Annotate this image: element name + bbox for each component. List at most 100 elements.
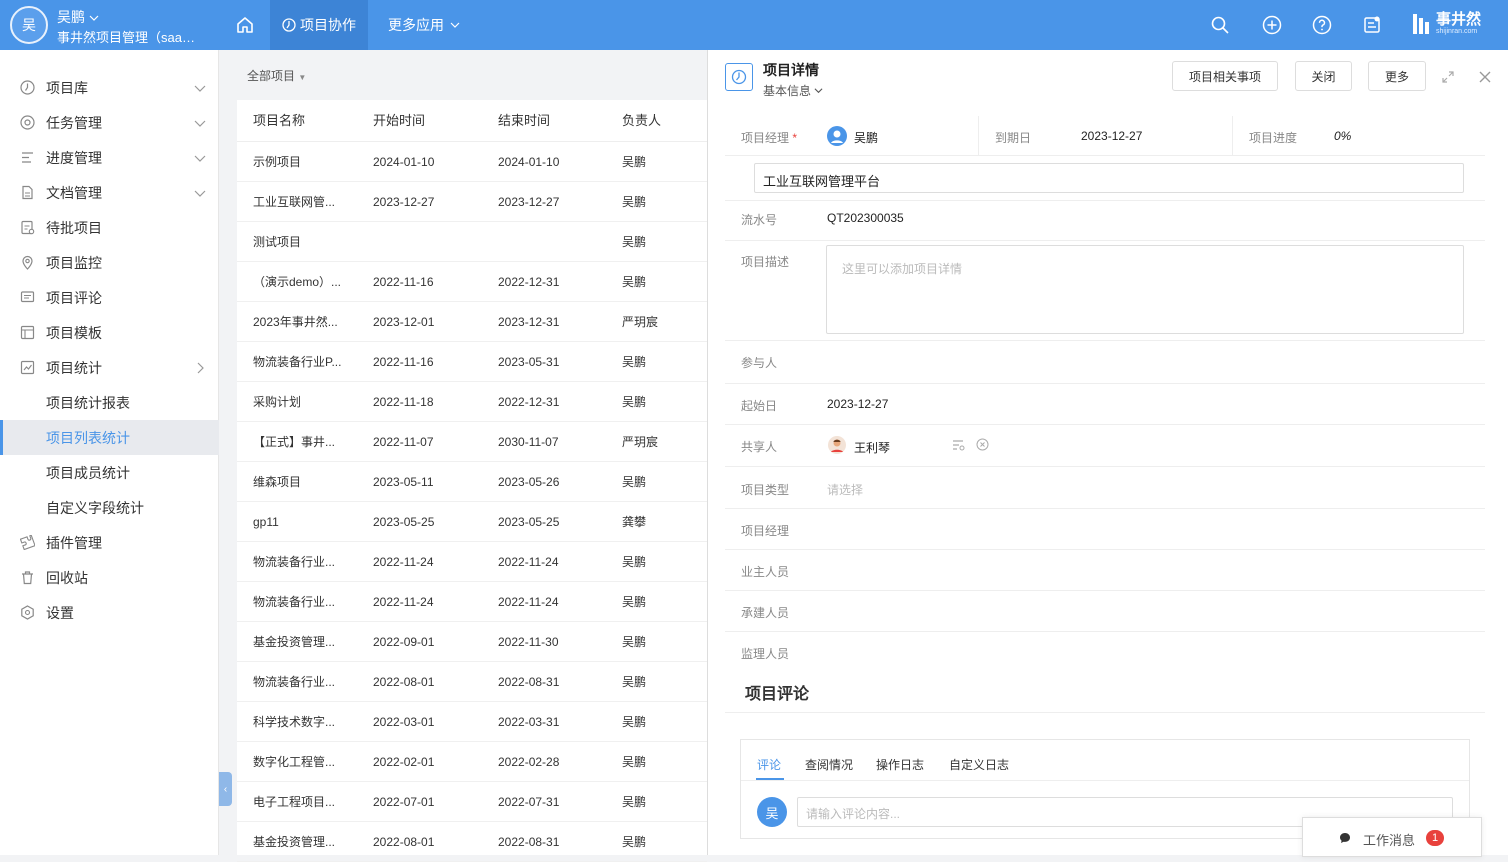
add-circle-icon[interactable]: [1262, 15, 1282, 35]
search-icon[interactable]: [1210, 15, 1230, 35]
sidebar-item-9[interactable]: 项目统计报表: [0, 385, 219, 420]
sidebar-item-8[interactable]: 项目统计: [0, 350, 219, 385]
sidebar-item-1[interactable]: 任务管理: [0, 105, 219, 140]
collapse-handle[interactable]: ‹: [219, 772, 232, 806]
cell-name: 物流装备行业P...: [253, 355, 342, 369]
tab-views[interactable]: 查阅情况: [805, 756, 853, 773]
tab-custom-log[interactable]: 自定义日志: [949, 756, 1009, 773]
desc-textarea[interactable]: 这里可以添加项目详情: [826, 245, 1464, 334]
table-row[interactable]: 采购计划 2022-11-18 2022-12-31 吴鹏: [237, 382, 707, 422]
sidebar-item-12[interactable]: 自定义字段统计: [0, 490, 219, 525]
table-row[interactable]: 2023年事井然... 2023-12-01 2023-12-31 严玥宸: [237, 302, 707, 342]
cell-end: 2022-07-31: [498, 795, 560, 809]
location-icon: [22, 255, 33, 270]
user-avatar[interactable]: 吴: [10, 6, 48, 44]
trash-icon: [22, 571, 33, 585]
close-button[interactable]: 关闭: [1295, 61, 1352, 91]
table-row[interactable]: 基金投资管理... 2022-09-01 2022-11-30 吴鹏: [237, 622, 707, 662]
related-items-button[interactable]: 项目相关事项: [1172, 61, 1278, 91]
table-row[interactable]: 物流装备行业... 2022-11-24 2022-11-24 吴鹏: [237, 542, 707, 582]
cell-owner: 吴鹏: [622, 555, 647, 569]
sidebar-item-2[interactable]: 进度管理: [0, 140, 219, 175]
tab-operation-log[interactable]: 操作日志: [876, 756, 924, 773]
sidebar-item-0[interactable]: 项目库: [0, 70, 219, 105]
sidebar-item-label: 项目模板: [46, 324, 102, 341]
table-row[interactable]: gp11 2023-05-25 2023-05-25 龚攀: [237, 502, 707, 542]
table-row[interactable]: 示例项目 2024-01-10 2024-01-10 吴鹏: [237, 142, 707, 182]
close-icon[interactable]: [1479, 71, 1491, 83]
notice-icon[interactable]: [1362, 15, 1382, 35]
nav-more-apps[interactable]: 更多应用: [378, 0, 470, 50]
table-row[interactable]: 工业互联网管... 2023-12-27 2023-12-27 吴鹏: [237, 182, 707, 222]
sidebar-item-5[interactable]: 项目监控: [0, 245, 219, 280]
sidebar-item-11[interactable]: 项目成员统计: [0, 455, 219, 490]
org-name[interactable]: 事井然项目管理（saas...: [57, 27, 197, 46]
expand-icon[interactable]: [1442, 71, 1454, 83]
table-header: 项目名称 开始时间 结束时间 负责人: [237, 100, 707, 142]
project-filter-dropdown[interactable]: 全部项目 ▼: [247, 67, 306, 84]
start-value[interactable]: 2023-12-27: [827, 397, 888, 411]
sidebar-item-13[interactable]: 插件管理: [0, 525, 219, 560]
table-row[interactable]: 维森项目 2023-05-11 2023-05-26 吴鹏: [237, 462, 707, 502]
chevron-down-icon: [194, 85, 206, 92]
sidebar-item-6[interactable]: 项目评论: [0, 280, 219, 315]
detail-section-dropdown[interactable]: 基本信息: [763, 82, 823, 99]
clock-icon: [282, 18, 296, 32]
table-row[interactable]: 物流装备行业... 2022-11-24 2022-11-24 吴鹏: [237, 582, 707, 622]
cell-name: 2023年事井然...: [253, 315, 338, 329]
cell-owner: 吴鹏: [622, 155, 647, 169]
cell-start: 2022-11-24: [373, 595, 434, 609]
chevron-down-icon: [450, 22, 460, 28]
supervisor-label: 监理人员: [741, 647, 790, 661]
cell-end: 2023-12-31: [498, 315, 560, 329]
nav-project-collab[interactable]: 项目协作: [270, 0, 368, 50]
cell-name: （演示demo）...: [253, 275, 342, 289]
table-row[interactable]: 数字化工程管... 2022-02-01 2022-02-28 吴鹏: [237, 742, 707, 782]
due-value[interactable]: 2023-12-27: [1081, 129, 1142, 143]
sidebar-item-15[interactable]: 设置: [0, 595, 219, 630]
approval-icon: [21, 220, 35, 235]
cell-name: 测试项目: [253, 235, 302, 249]
tab-comments[interactable]: 评论: [757, 756, 781, 773]
sidebar-item-7[interactable]: 项目模板: [0, 315, 219, 350]
help-icon[interactable]: [1312, 15, 1332, 35]
more-button[interactable]: 更多: [1368, 61, 1426, 91]
sidebar-item-14[interactable]: 回收站: [0, 560, 219, 595]
cell-end: 2023-05-25: [498, 515, 560, 529]
due-label: 到期日: [995, 131, 1032, 145]
cell-start: 2022-11-18: [373, 395, 434, 409]
progress-value[interactable]: 0%: [1334, 129, 1351, 143]
table-row[interactable]: 物流装备行业P... 2022-11-16 2023-05-31 吴鹏: [237, 342, 707, 382]
share-value[interactable]: 王利琴: [854, 439, 890, 456]
table-row[interactable]: 基金投资管理... 2022-08-01 2022-08-31 吴鹏: [237, 822, 707, 862]
table-row[interactable]: 电子工程项目... 2022-07-01 2022-07-31 吴鹏: [237, 782, 707, 822]
permission-icon[interactable]: [952, 439, 965, 451]
table-row[interactable]: 测试项目 吴鹏: [237, 222, 707, 262]
chevron-left-icon: ‹: [223, 783, 228, 795]
type-select[interactable]: 请选择: [827, 481, 863, 498]
project-name-input[interactable]: 工业互联网管理平台: [754, 163, 1464, 193]
project-icon: [725, 63, 753, 91]
sidebar-item-4[interactable]: 待批项目: [0, 210, 219, 245]
home-button[interactable]: [222, 0, 268, 50]
cell-owner: 吴鹏: [622, 395, 647, 409]
detail-title: 项目详情: [763, 62, 819, 78]
remove-icon[interactable]: [976, 438, 989, 451]
table-row[interactable]: （演示demo）... 2022-11-16 2022-12-31 吴鹏: [237, 262, 707, 302]
sidebar-item-label: 待批项目: [46, 219, 102, 236]
desc-label: 项目描述: [741, 255, 790, 269]
column-header-end[interactable]: 结束时间: [498, 100, 588, 142]
column-header-start[interactable]: 开始时间: [373, 100, 463, 142]
user-name[interactable]: 吴鹏: [57, 7, 99, 27]
cell-owner: 吴鹏: [622, 275, 647, 289]
table-row[interactable]: 物流装备行业... 2022-08-01 2022-08-31 吴鹏: [237, 662, 707, 702]
sidebar-item-3[interactable]: 文档管理: [0, 175, 219, 210]
column-header-owner[interactable]: 负责人: [622, 100, 682, 142]
table-row[interactable]: 【正式】事井... 2022-11-07 2030-11-07 严玥宸: [237, 422, 707, 462]
home-icon: [237, 17, 253, 33]
work-message-popup[interactable]: 工作消息 1: [1302, 817, 1482, 857]
table-row[interactable]: 科学技术数字... 2022-03-01 2022-03-31 吴鹏: [237, 702, 707, 742]
manager-value[interactable]: 吴鹏: [854, 129, 878, 146]
column-header-name[interactable]: 项目名称: [253, 100, 347, 142]
sidebar-item-10[interactable]: 项目列表统计: [0, 420, 219, 455]
